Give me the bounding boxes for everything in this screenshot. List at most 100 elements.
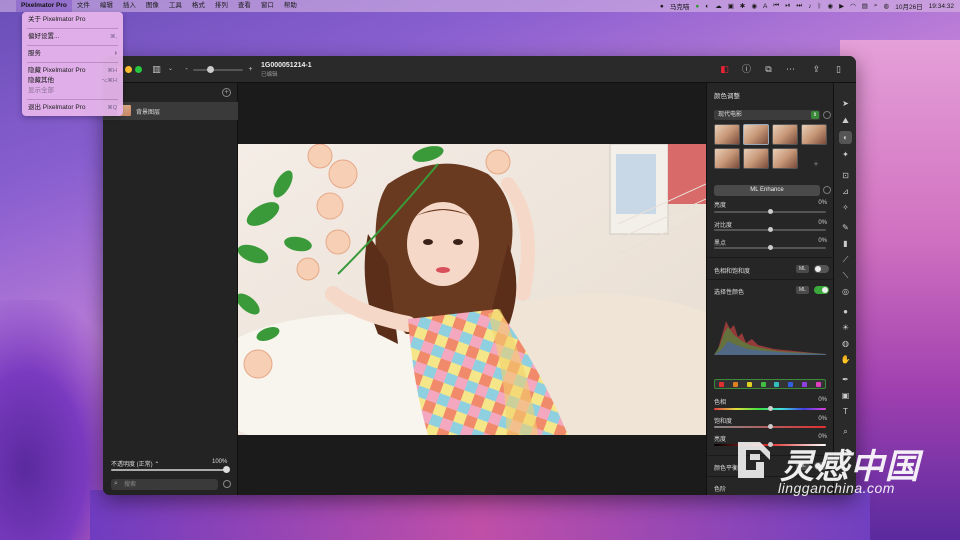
menu-item-services[interactable]: 服务 › — [22, 49, 123, 59]
clone-tool-icon[interactable]: ⟍ — [839, 269, 852, 282]
swatch-magenta[interactable] — [815, 381, 821, 387]
bt-icon[interactable]: ᛒ — [818, 3, 822, 10]
menu-user[interactable]: 马克喵 — [670, 1, 690, 11]
media-prev-icon[interactable]: ⏮ — [773, 2, 779, 10]
adjust-slider-knob[interactable] — [768, 227, 773, 232]
control-center-icon[interactable]: ▤ — [862, 2, 868, 10]
pen-tool-icon[interactable]: ✒ — [839, 373, 852, 386]
preset-thumb[interactable] — [801, 124, 827, 145]
canvas-area[interactable] — [238, 83, 706, 495]
siri-icon[interactable]: ◍ — [884, 2, 890, 10]
color-swatches[interactable] — [714, 379, 826, 389]
minimize-button[interactable] — [125, 66, 132, 73]
crop-tool-icon[interactable]: ⊡ — [839, 169, 852, 182]
blur-tool-icon[interactable]: ● — [839, 305, 852, 318]
menu-view[interactable]: 查看 — [233, 0, 256, 12]
selection-tool-icon[interactable]: ⊿ — [839, 185, 852, 198]
input-source-badge[interactable]: A — [763, 3, 767, 10]
menu-insert[interactable]: 插入 — [118, 0, 141, 12]
swatch-red[interactable] — [719, 381, 725, 387]
ml-badge[interactable]: ML — [796, 265, 809, 273]
menu-image[interactable]: 图像 — [141, 0, 164, 12]
layer-search[interactable]: ⌕ — [111, 479, 218, 490]
paint-tool-icon[interactable]: ✎ — [839, 221, 852, 234]
preset-thumb[interactable] — [714, 148, 740, 169]
controls-icon[interactable]: ◐ — [705, 3, 709, 10]
cloud-icon[interactable]: ☁ — [715, 2, 722, 10]
zoom-slider[interactable] — [193, 66, 243, 73]
ml-enhance-options-icon[interactable] — [823, 186, 831, 194]
menu-time[interactable]: 19:34:32 — [929, 3, 954, 10]
section-selective-color[interactable]: 选择性颜色 — [714, 287, 744, 296]
qq-icon[interactable]: ● — [660, 3, 664, 10]
menu-tools[interactable]: 工具 — [164, 0, 187, 12]
swatch-orange[interactable] — [733, 381, 739, 387]
record-icon[interactable]: ◉ — [827, 2, 833, 10]
ml-badge[interactable]: ML — [796, 286, 809, 294]
more-icon[interactable]: ⋯ — [785, 64, 796, 75]
wechat-icon[interactable]: ● — [695, 3, 699, 10]
menu-edit[interactable]: 编辑 — [95, 0, 118, 12]
arrange-tool-icon[interactable]: ➤ — [839, 97, 852, 110]
layer-row[interactable]: 背景图层 — [103, 102, 238, 120]
sidebar-toggle-icon[interactable]: ▥ — [151, 64, 162, 75]
swatch-green[interactable] — [760, 381, 766, 387]
adjust-slider-knob[interactable] — [768, 209, 773, 214]
adjust-slider-knob[interactable] — [768, 245, 773, 250]
swatch-yellow[interactable] — [746, 381, 752, 387]
preset-select[interactable]: 现代电影 ⇕ — [714, 110, 820, 120]
add-layer-button[interactable]: + — [222, 88, 231, 97]
menu-item-quit[interactable]: 退出 Pixelmator Pro ⌘Q — [22, 103, 123, 113]
search-icon[interactable]: ⌕ — [874, 2, 878, 10]
saturation-slider-knob[interactable] — [768, 424, 773, 429]
music-icon[interactable]: ♪ — [808, 3, 811, 10]
opacity-slider[interactable] — [111, 469, 229, 471]
sponge-tool-icon[interactable]: ◍ — [839, 337, 852, 350]
swatch-cyan[interactable] — [774, 381, 780, 387]
preset-options-icon[interactable] — [823, 111, 831, 119]
retouch-tool-icon[interactable]: ⟋ — [839, 253, 852, 266]
sidebar-right-icon[interactable]: ▯ — [833, 64, 844, 75]
menu-format[interactable]: 格式 — [187, 0, 210, 12]
color-picker-icon[interactable]: ◧ — [719, 64, 730, 75]
menu-app[interactable]: Pixelmator Pro — [16, 0, 72, 12]
menu-date[interactable]: 10月26日 — [895, 1, 922, 11]
menu-item-hide-others[interactable]: 隐藏其他 ⌥⌘H — [22, 76, 123, 86]
opacity-slider-knob[interactable] — [223, 466, 230, 473]
photo-canvas[interactable] — [238, 144, 706, 435]
preset-thumb[interactable] — [772, 148, 798, 169]
section-hue-saturation[interactable]: 色相和饱和度 — [714, 266, 750, 275]
repair-tool-icon[interactable]: ◎ — [839, 285, 852, 298]
fill-tool-icon[interactable]: ▮ — [839, 237, 852, 250]
selective-color-toggle[interactable] — [814, 286, 829, 294]
wifi-icon[interactable]: ◠ — [850, 2, 856, 10]
section-levels[interactable]: 色阶 — [714, 484, 726, 493]
opacity-label[interactable]: 不透明度 (正常) ⌃ — [111, 459, 159, 468]
info-icon[interactable]: ⓘ — [741, 64, 752, 75]
menu-window[interactable]: 窗口 — [256, 0, 279, 12]
light-tool-icon[interactable]: ☀ — [839, 321, 852, 334]
zoom-slider-knob[interactable] — [207, 66, 214, 73]
chevron-down-icon[interactable]: ⌄ — [165, 64, 176, 75]
hue-saturation-toggle[interactable] — [814, 265, 829, 273]
filter-icon[interactable] — [223, 480, 231, 488]
preset-thumb[interactable] — [772, 124, 798, 145]
preset-thumb[interactable] — [714, 124, 740, 145]
ml-enhance-button[interactable]: ML Enhance — [714, 185, 820, 196]
menu-arrange[interactable]: 排列 — [210, 0, 233, 12]
select-subject-icon[interactable]: ✧ — [839, 201, 852, 214]
menu-item-about[interactable]: 关于 Pixelmator Pro — [22, 15, 123, 25]
shape-tool-icon[interactable]: ▣ — [839, 389, 852, 402]
play-icon[interactable]: ▶ — [839, 2, 844, 10]
preset-thumb[interactable] — [743, 124, 769, 145]
add-preset-icon[interactable]: + — [810, 159, 822, 169]
camera-icon[interactable]: ▣ — [728, 2, 734, 10]
effects-tool-icon[interactable]: ✦ — [839, 148, 852, 161]
menu-item-preferences[interactable]: 偏好设置... ⌘, — [22, 32, 123, 42]
menu-file[interactable]: 文件 — [72, 0, 95, 12]
hue-slider-knob[interactable] — [768, 406, 773, 411]
media-next-icon[interactable]: ⏭ — [796, 2, 802, 10]
zoom-out-icon[interactable]: - — [181, 64, 192, 75]
color-adjust-tool-icon[interactable]: ◐ — [839, 131, 852, 144]
menu-help[interactable]: 帮助 — [279, 0, 302, 12]
